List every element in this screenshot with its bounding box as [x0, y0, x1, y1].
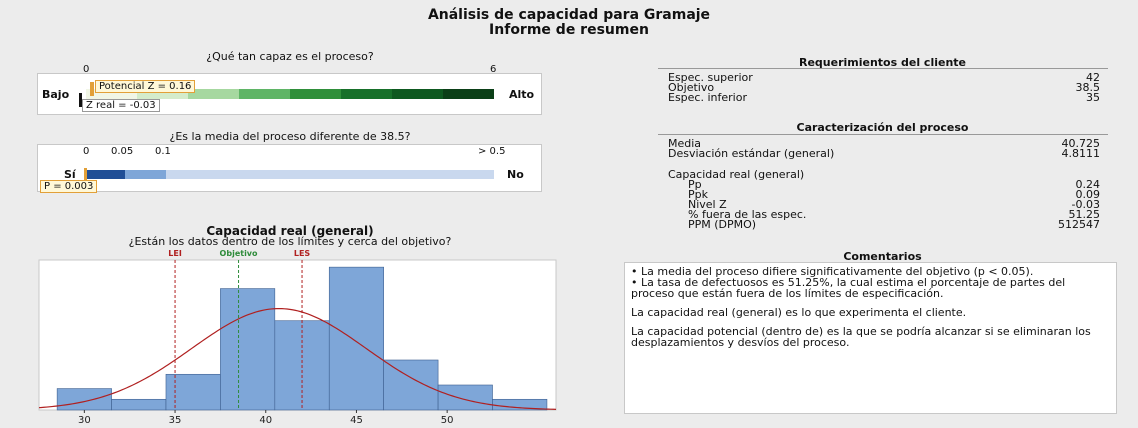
- x-tick-label-45: 45: [350, 415, 363, 426]
- histogram-bar-3: [220, 288, 276, 411]
- target-label: Objetivo: [220, 249, 258, 258]
- comment-bullet-2: • La tasa de defectuosos es 51.25%, la c…: [631, 276, 1066, 300]
- char-value-sd: 4.8111: [1061, 147, 1101, 160]
- p-tick-0: 0: [83, 146, 90, 157]
- mean-no-label: No: [507, 168, 524, 181]
- les-label: LES: [294, 249, 311, 258]
- cap-value-ppm: 512547: [1058, 218, 1100, 231]
- capability-heading: ¿Qué tan capaz es el proceso?: [206, 50, 374, 63]
- capability-low-label: Bajo: [42, 88, 70, 101]
- p-tick-05: > 0.5: [478, 146, 506, 157]
- histogram-chart: LEI Objetivo LES 30 35 40 45 50: [38, 249, 557, 426]
- requirements-divider: [658, 68, 1108, 69]
- x-tick-label-35: 35: [169, 415, 182, 426]
- lei-label: LEI: [168, 249, 182, 258]
- p-tick-01: 0.1: [155, 146, 171, 157]
- histogram-bar-0: [56, 388, 112, 411]
- p-value-bar-dark: [86, 170, 125, 179]
- histogram-bar-1: [111, 398, 167, 411]
- comment-paragraph-2: La capacidad potencial (dentro de) es la…: [631, 325, 1091, 349]
- x-tick-label-40: 40: [259, 415, 272, 426]
- histogram-bar-2: [165, 373, 221, 411]
- potential-z-marker: [90, 82, 94, 96]
- histogram-subtitle: ¿Están los datos dentro de los límites y…: [128, 235, 452, 248]
- characterization-divider: [658, 134, 1108, 135]
- p-tick-005: 0.05: [111, 146, 134, 157]
- histogram-bar-6: [383, 359, 439, 411]
- p-value-label: P = 0.003: [40, 180, 98, 193]
- char-label-sd: Desviación estándar (general): [668, 147, 835, 160]
- cap-label-ppm: PPM (DPMO): [688, 218, 757, 231]
- capability-high-label: Alto: [509, 88, 535, 101]
- report-subtitle: Informe de resumen: [489, 22, 649, 38]
- req-value-lower: 35: [1086, 91, 1100, 104]
- potential-z-label: Potencial Z = 0.16: [95, 80, 196, 93]
- mean-test-heading: ¿Es la media del proceso diferente de 38…: [169, 130, 411, 143]
- actual-z-label: Z real = -0.03: [82, 99, 160, 112]
- req-label-lower: Espec. inferior: [668, 91, 747, 104]
- p-value-bar-mid: [125, 170, 166, 179]
- comments-box: • La media del proceso difiere significa…: [624, 262, 1117, 414]
- comment-paragraph-1: La capacidad real (general) es lo que ex…: [631, 306, 967, 319]
- characterization-heading: Caracterización del proceso: [796, 121, 969, 134]
- histogram-bar-5: [328, 266, 384, 411]
- report-title: Análisis de capacidad para Gramaje: [427, 7, 711, 23]
- x-tick-label-50: 50: [441, 415, 454, 426]
- x-tick-label-30: 30: [78, 415, 91, 426]
- histogram-bar-7: [437, 384, 493, 411]
